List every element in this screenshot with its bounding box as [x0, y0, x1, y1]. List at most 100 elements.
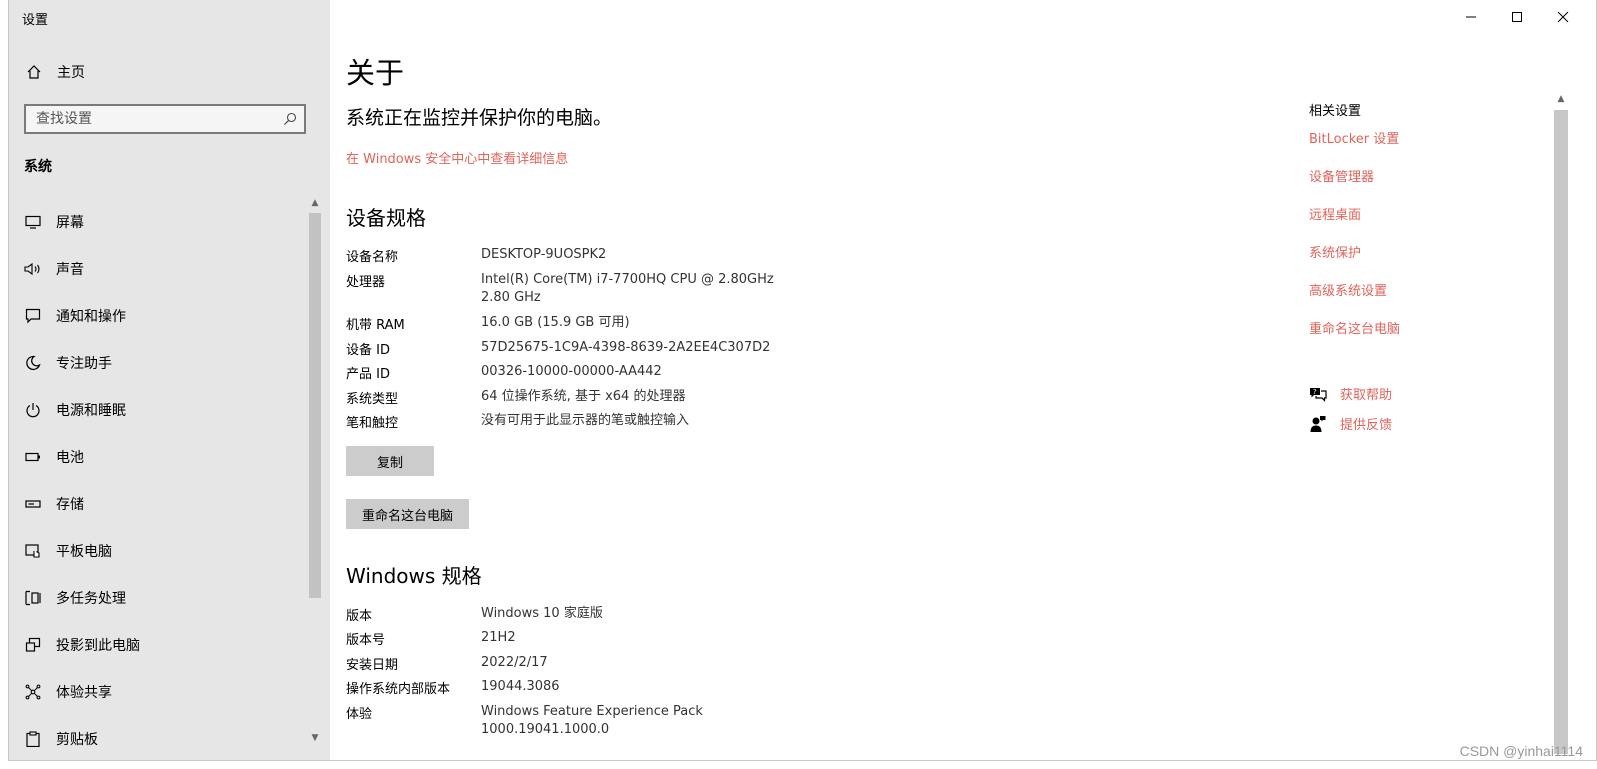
sidebar-item-label: 投影到此电脑 — [56, 637, 140, 654]
sidebar-item-tablet[interactable]: 平板电脑 — [9, 527, 309, 574]
power-icon — [24, 401, 42, 419]
windows-specs-heading: Windows 规格 — [346, 564, 482, 588]
rename-pc-button[interactable]: 重命名这台电脑 — [346, 499, 469, 529]
sidebar-item-label: 剪贴板 — [56, 731, 98, 748]
get-help-label: 获取帮助 — [1340, 388, 1393, 403]
search-icon[interactable] — [276, 112, 304, 126]
spec-key: 产品 ID — [346, 367, 390, 382]
battery-icon — [24, 448, 42, 466]
maximize-button[interactable] — [1494, 4, 1540, 30]
spec-row: 处理器 Intel(R) Core(TM) i7-7700HQ CPU @ 2.8… — [346, 271, 774, 314]
spec-key: 系统类型 — [346, 392, 399, 407]
sidebar-item-display[interactable]: 屏幕 — [9, 198, 309, 245]
spec-value: Intel(R) Core(TM) i7-7700HQ CPU @ 2.80GH… — [481, 272, 774, 287]
advanced-system-settings-link[interactable]: 高级系统设置 — [1309, 280, 1569, 318]
system-protection-link[interactable]: 系统保护 — [1309, 242, 1569, 280]
rename-pc-link[interactable]: 重命名这台电脑 — [1309, 318, 1569, 356]
sidebar-item-label: 电池 — [56, 449, 84, 466]
bitlocker-settings-link[interactable]: BitLocker 设置 — [1309, 128, 1569, 166]
spec-row: 版本 Windows 10 家庭版 — [346, 605, 703, 629]
page-title: 关于 — [346, 56, 405, 90]
spec-key: 版本 — [346, 609, 373, 624]
spec-key: 机带 RAM — [346, 318, 405, 333]
spec-row: 机带 RAM 16.0 GB (15.9 GB 可用) — [346, 314, 774, 339]
spec-key: 设备名称 — [346, 250, 399, 265]
sidebar: 设置 主页 系统 屏幕 声音 通知和操作 — [9, 0, 330, 760]
maximize-icon — [1512, 12, 1522, 22]
sidebar-item-battery[interactable]: 电池 — [9, 433, 309, 480]
get-help-link[interactable]: ? 获取帮助 — [1309, 384, 1392, 403]
sidebar-item-notifications[interactable]: 通知和操作 — [9, 292, 309, 339]
give-feedback-link[interactable]: 提供反馈 — [1309, 414, 1392, 433]
spec-value: 没有可用于此显示器的笔或触控输入 — [481, 413, 690, 428]
sidebar-item-label: 专注助手 — [56, 355, 112, 372]
sidebar-item-label: 存储 — [56, 496, 84, 513]
spec-value: 16.0 GB (15.9 GB 可用) — [481, 315, 630, 330]
main-scrollbar-thumb[interactable] — [1554, 110, 1568, 754]
spec-value: 00326-10000-00000-AA442 — [481, 364, 662, 379]
project-icon — [24, 636, 42, 654]
svg-text:?: ? — [1313, 388, 1317, 396]
spec-value: 21H2 — [481, 630, 516, 645]
spec-value: 57D25675-1C9A-4398-8639-2A2EE4C307D2 — [481, 340, 771, 355]
notification-icon — [24, 307, 42, 325]
spec-value: Windows Feature Experience Pack — [481, 704, 703, 719]
sidebar-item-power[interactable]: 电源和睡眠 — [9, 386, 309, 433]
spec-row: 体验 Windows Feature Experience Pack 1000.19… — [346, 703, 703, 743]
sidebar-scroll-up-icon[interactable]: ▲ — [309, 198, 321, 208]
sidebar-item-projecting[interactable]: 投影到此电脑 — [9, 621, 309, 668]
sidebar-item-label: 电源和睡眠 — [56, 402, 126, 419]
moon-icon — [24, 354, 42, 372]
main-content: 关于 系统正在监控并保护你的电脑。 在 Windows 安全中心中查看详细信息 … — [330, 0, 1597, 760]
app-title: 设置 — [22, 13, 49, 28]
remote-desktop-link[interactable]: 远程桌面 — [1309, 204, 1569, 242]
home-icon — [25, 63, 43, 81]
spec-value: Windows 10 家庭版 — [481, 606, 603, 621]
sidebar-item-focus-assist[interactable]: 专注助手 — [9, 339, 309, 386]
spec-key: 体验 — [346, 707, 373, 722]
spec-value: DESKTOP-9UOSPK2 — [481, 247, 607, 262]
security-center-link[interactable]: 在 Windows 安全中心中查看详细信息 — [346, 148, 568, 167]
sidebar-item-label: 通知和操作 — [56, 308, 126, 325]
device-manager-link[interactable]: 设备管理器 — [1309, 166, 1569, 204]
spec-value-line2: 1000.19041.1000.0 — [481, 722, 610, 737]
sidebar-item-clipboard[interactable]: 剪贴板 — [9, 715, 309, 760]
sidebar-section-title: 系统 — [24, 159, 52, 175]
feedback-person-icon — [1309, 415, 1327, 433]
main-scroll-up-icon[interactable]: ▲ — [1554, 94, 1568, 104]
tablet-icon — [24, 542, 42, 560]
spec-value-line2: 2.80 GHz — [481, 290, 541, 305]
sidebar-scroll-down-icon[interactable]: ▼ — [309, 733, 321, 743]
sidebar-item-shared-experiences[interactable]: 体验共享 — [9, 668, 309, 715]
watermark: CSDN @yinhai1114 — [1459, 743, 1583, 759]
spec-row: 操作系统内部版本 19044.3086 — [346, 678, 703, 703]
close-button[interactable] — [1540, 4, 1586, 30]
sidebar-scrollbar-thumb[interactable] — [309, 213, 321, 598]
sidebar-nav: 屏幕 声音 通知和操作 专注助手 电源和睡眠 电池 存储 平板电脑 多任务处理 … — [9, 198, 309, 760]
device-specs-heading: 设备规格 — [346, 206, 426, 230]
search-box[interactable] — [24, 104, 306, 134]
sidebar-item-label: 平板电脑 — [56, 543, 112, 560]
sidebar-item-label: 声音 — [56, 261, 84, 278]
related-settings-title: 相关设置 — [1309, 104, 1362, 119]
minimize-button[interactable] — [1448, 4, 1494, 30]
device-specs-table: 设备名称 DESKTOP-9UOSPK2 处理器 Intel(R) Core(TM)… — [346, 246, 774, 437]
spec-key: 安装日期 — [346, 658, 399, 673]
spec-row: 版本号 21H2 — [346, 629, 703, 654]
home-nav-item[interactable]: 主页 — [25, 62, 85, 82]
sidebar-item-storage[interactable]: 存储 — [9, 480, 309, 527]
spec-key: 笔和触控 — [346, 416, 399, 431]
main-scrollbar[interactable]: ▲ — [1554, 94, 1568, 754]
spec-value: 64 位操作系统, 基于 x64 的处理器 — [481, 389, 686, 404]
sidebar-item-multitasking[interactable]: 多任务处理 — [9, 574, 309, 621]
clipboard-icon — [24, 730, 42, 748]
search-input[interactable] — [26, 111, 276, 127]
spec-key: 操作系统内部版本 — [346, 682, 451, 697]
window-controls — [1448, 4, 1586, 30]
windows-specs-table: 版本 Windows 10 家庭版 版本号 21H2 安装日期 2022/2/17 操… — [346, 605, 703, 743]
help-chat-icon: ? — [1309, 385, 1327, 403]
sidebar-item-label: 多任务处理 — [56, 590, 126, 607]
related-settings: 相关设置 BitLocker 设置 设备管理器 远程桌面 系统保护 高级系统设置… — [1309, 100, 1569, 356]
copy-button[interactable]: 复制 — [346, 446, 434, 476]
sidebar-item-sound[interactable]: 声音 — [9, 245, 309, 292]
